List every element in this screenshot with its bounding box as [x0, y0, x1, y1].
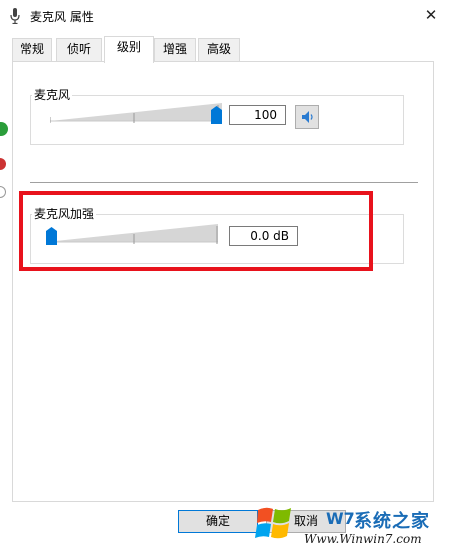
watermark-brand: 系统之家 — [354, 511, 430, 532]
microphone-icon — [10, 8, 20, 24]
title-bar: 麦克风 属性 ✕ — [0, 0, 450, 32]
close-button[interactable]: ✕ — [420, 4, 442, 26]
tab-enhancements[interactable]: 增强 — [154, 38, 196, 61]
mute-button[interactable] — [295, 105, 319, 129]
close-icon: ✕ — [424, 6, 438, 24]
tab-listen[interactable]: 侦听 — [56, 38, 102, 61]
separator — [30, 182, 418, 183]
speaker-icon — [302, 111, 313, 123]
window-title: 麦克风 属性 — [30, 10, 94, 24]
watermark-url: Www.Winwin7.com — [304, 532, 422, 546]
watermark-logo — [255, 507, 291, 539]
microphone-slider[interactable] — [50, 101, 222, 123]
ok-button[interactable]: 确定 — [178, 510, 258, 533]
watermark-w7: W7 — [326, 509, 355, 528]
microphone-slider-thumb[interactable] — [211, 106, 222, 124]
background-window-edge — [0, 60, 8, 460]
tab-general[interactable]: 常规 — [12, 38, 52, 61]
tab-advanced[interactable]: 高级 — [198, 38, 240, 61]
highlight-box — [19, 191, 373, 271]
tab-levels[interactable]: 级别 — [104, 36, 154, 63]
microphone-level-input[interactable]: 100 — [229, 105, 286, 125]
